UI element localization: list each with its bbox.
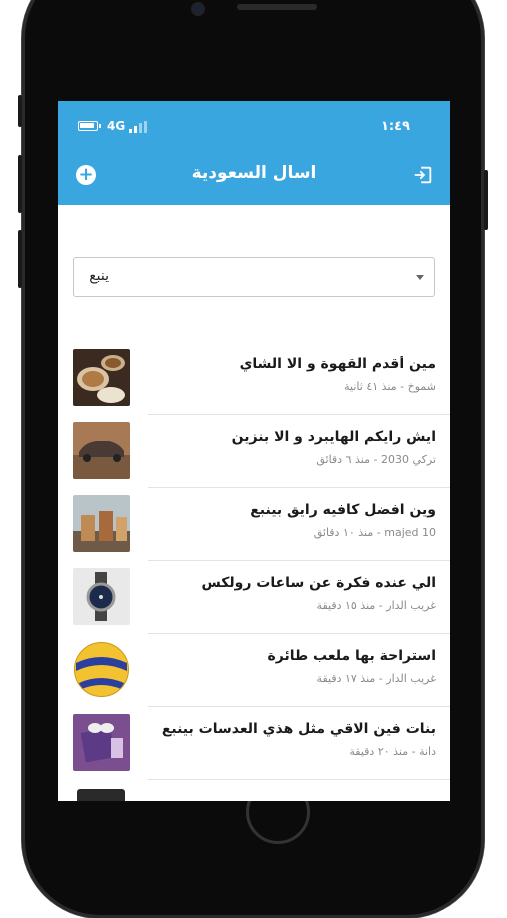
post-thumbnail	[73, 422, 130, 479]
mute-switch	[18, 95, 22, 127]
list-item[interactable]	[58, 780, 450, 801]
post-meta: غريب الدار - منذ ١٥ دقيقة	[316, 599, 436, 612]
post-meta: غريب الدار - منذ ١٧ دقيقة	[316, 672, 436, 685]
post-thumbnail	[73, 568, 130, 625]
list-item[interactable]: وين افضل كافيه رايق بينبع majed 10 - منذ…	[58, 488, 450, 561]
network-type: 4G	[107, 119, 126, 133]
status-bar: 4G ١:٤٩	[58, 115, 450, 139]
list-item[interactable]: مين أقدم القهوة و الا الشاي شموخ - منذ ٤…	[58, 342, 450, 415]
post-title: استراحة بها ملعب طائرة	[267, 648, 436, 664]
post-meta: شموخ - منذ ٤١ ثانية	[344, 380, 436, 393]
title-bar: + اسال السعودية	[58, 155, 450, 195]
front-camera	[193, 4, 203, 14]
list-item[interactable]: ايش رايكم الهايبرد و الا بنزين تركي 2030…	[58, 415, 450, 488]
chevron-down-icon	[416, 275, 424, 280]
post-meta: majed 10 - منذ ١٠ دقائق	[313, 526, 436, 539]
earpiece-speaker	[237, 4, 317, 10]
volume-up-button	[18, 155, 22, 213]
power-button	[484, 170, 488, 230]
list-item[interactable]: بنات فين الاقي مثل هذي العدسات بينبع دان…	[58, 707, 450, 780]
battery-icon	[78, 121, 101, 131]
exit-icon[interactable]	[412, 164, 434, 186]
post-title: الي عنده فكرة عن ساعات رولكس	[201, 575, 436, 591]
volume-down-button	[18, 230, 22, 288]
list-item[interactable]: استراحة بها ملعب طائرة غريب الدار - منذ …	[58, 634, 450, 707]
status-time: ١:٤٩	[380, 119, 410, 134]
list-item[interactable]: الي عنده فكرة عن ساعات رولكس غريب الدار …	[58, 561, 450, 634]
post-title: وين افضل كافيه رايق بينبع	[250, 502, 436, 518]
post-thumbnail	[73, 787, 130, 801]
city-select[interactable]: ينبع	[73, 257, 435, 297]
post-title: مين أقدم القهوة و الا الشاي	[239, 356, 436, 372]
app-screen: 4G ١:٤٩ + اسال السعودية ينبع مين أقدم ال…	[58, 101, 450, 801]
post-title: ايش رايكم الهايبرد و الا بنزين	[231, 429, 436, 445]
page-title: اسال السعودية	[191, 163, 317, 183]
post-thumbnail	[73, 349, 130, 406]
signal-icon	[129, 121, 147, 133]
post-thumbnail	[73, 714, 130, 771]
city-select-value: ينبع	[89, 268, 109, 284]
app-header: 4G ١:٤٩ + اسال السعودية	[58, 101, 450, 205]
post-meta: تركي 2030 - منذ ٦ دقائق	[316, 453, 436, 466]
post-meta: دانة - منذ ٢٠ دقيقة	[349, 745, 436, 758]
post-thumbnail	[73, 495, 130, 552]
post-thumbnail	[73, 641, 130, 698]
post-title: بنات فين الاقي مثل هذي العدسات بينبع	[161, 721, 436, 737]
posts-list: مين أقدم القهوة و الا الشاي شموخ - منذ ٤…	[58, 342, 450, 801]
